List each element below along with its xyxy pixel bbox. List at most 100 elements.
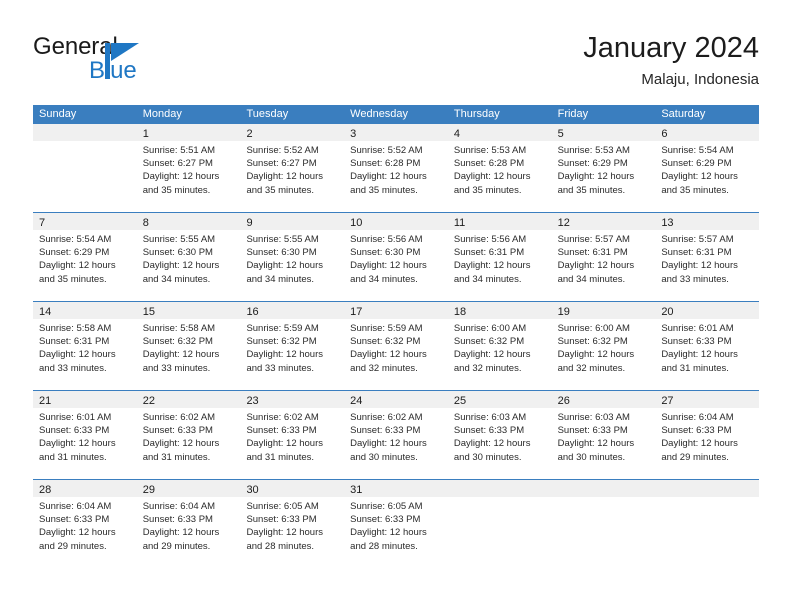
day-daylight-text: Daylight: 12 hours xyxy=(39,349,116,361)
day-sunset-text: Sunset: 6:32 PM xyxy=(557,336,628,348)
day-cell-empty xyxy=(655,480,760,568)
day-number: 23 xyxy=(246,395,259,407)
day-daylight-text: Daylight: 12 hours xyxy=(453,260,531,272)
day-daylight-text: and 31 minutes. xyxy=(39,451,107,463)
day-cell[interactable]: 28 Sunrise: 6:04 AM Sunset: 6:33 PM Dayligh… xyxy=(33,480,137,568)
day-cell[interactable]: 26 Sunrise: 6:03 AM Sunset: 6:33 PM Dayligh… xyxy=(551,391,656,479)
day-sunset-text: Sunset: 6:31 PM xyxy=(661,247,732,259)
day-cell[interactable]: 5 Sunrise: 5:53 AM Sunset: 6:29 PM Daylight… xyxy=(551,124,656,212)
day-daylight-text: Daylight: 12 hours xyxy=(661,349,738,361)
day-cell[interactable]: 15 Sunrise: 5:58 AM Sunset: 6:32 PM Dayligh… xyxy=(136,302,241,390)
day-daylight-text: Daylight: 12 hours xyxy=(142,171,220,183)
day-number: 6 xyxy=(661,128,668,140)
day-daylight-text: and 32 minutes. xyxy=(557,362,626,374)
day-cell[interactable]: 29 Sunrise: 6:04 AM Sunset: 6:33 PM Dayligh… xyxy=(136,480,241,568)
day-daylight-text: Daylight: 12 hours xyxy=(39,260,116,272)
day-cell[interactable]: 8 Sunrise: 5:55 AM Sunset: 6:30 PM Daylight… xyxy=(136,213,241,301)
day-cell[interactable]: 31 Sunrise: 6:05 AM Sunset: 6:33 PM Dayligh… xyxy=(344,480,448,568)
weekday-header-monday: Monday xyxy=(142,108,182,120)
day-sunrise-text: Sunrise: 6:00 AM xyxy=(453,323,527,334)
day-sunrise-text: Sunrise: 5:52 AM xyxy=(246,145,319,156)
day-number: 29 xyxy=(142,484,155,496)
day-sunset-text: Sunset: 6:33 PM xyxy=(142,425,213,437)
day-cell[interactable]: 16 Sunrise: 5:59 AM Sunset: 6:32 PM Dayligh… xyxy=(240,302,345,390)
day-cell[interactable]: 18 Sunrise: 6:00 AM Sunset: 6:32 PM Dayligh… xyxy=(447,302,552,390)
day-number: 22 xyxy=(142,395,155,407)
day-daylight-text: and 28 minutes. xyxy=(350,540,418,552)
weekday-header-sunday: Sunday xyxy=(39,108,77,120)
day-cell[interactable]: 1 Sunrise: 5:51 AM Sunset: 6:27 PM Daylight… xyxy=(136,124,241,212)
day-sunrise-text: Sunrise: 5:53 AM xyxy=(557,145,630,156)
day-daylight-text: Daylight: 12 hours xyxy=(557,171,635,183)
day-cell[interactable]: 3 Sunrise: 5:52 AM Sunset: 6:28 PM Daylight… xyxy=(344,124,448,212)
day-daylight-text: and 34 minutes. xyxy=(557,273,626,285)
day-cell[interactable]: 23 Sunrise: 6:02 AM Sunset: 6:33 PM Dayligh… xyxy=(240,391,345,479)
day-daylight-text: and 33 minutes. xyxy=(142,362,211,374)
day-cell[interactable]: 9 Sunrise: 5:55 AM Sunset: 6:30 PM Daylight… xyxy=(240,213,345,301)
day-cell[interactable]: 2 Sunrise: 5:52 AM Sunset: 6:27 PM Daylight… xyxy=(240,124,345,212)
day-sunrise-text: Sunrise: 5:54 AM xyxy=(661,145,734,156)
day-number: 30 xyxy=(246,484,259,496)
day-number: 10 xyxy=(350,217,363,229)
day-cell[interactable]: 27 Sunrise: 6:04 AM Sunset: 6:33 PM Dayligh… xyxy=(655,391,760,479)
weekday-header-friday: Friday xyxy=(557,108,589,120)
day-cell[interactable]: 7 Sunrise: 5:54 AM Sunset: 6:29 PM Daylight… xyxy=(33,213,137,301)
day-daylight-text: Daylight: 12 hours xyxy=(246,260,324,272)
day-sunrise-text: Sunrise: 6:05 AM xyxy=(350,501,423,512)
day-daylight-text: and 35 minutes. xyxy=(557,184,626,196)
day-sunrise-text: Sunrise: 5:58 AM xyxy=(142,323,216,334)
day-sunset-text: Sunset: 6:29 PM xyxy=(39,247,110,259)
day-number: 3 xyxy=(350,128,357,140)
day-cell[interactable]: 22 Sunrise: 6:02 AM Sunset: 6:33 PM Dayligh… xyxy=(136,391,241,479)
page-title: January 2024 xyxy=(583,32,759,64)
day-cell[interactable]: 20 Sunrise: 6:01 AM Sunset: 6:33 PM Dayligh… xyxy=(655,302,760,390)
day-number: 12 xyxy=(557,217,570,229)
day-sunset-text: Sunset: 6:33 PM xyxy=(39,514,110,526)
weekday-header-row: Sunday Monday Tuesday Wednesday Thursday Frid… xyxy=(33,105,759,124)
day-cell[interactable]: 13 Sunrise: 5:57 AM Sunset: 6:31 PM Dayligh… xyxy=(655,213,760,301)
day-cell[interactable]: 24 Sunrise: 6:02 AM Sunset: 6:33 PM Dayligh… xyxy=(344,391,448,479)
day-daylight-text: Daylight: 12 hours xyxy=(246,527,324,539)
day-number: 27 xyxy=(661,395,674,407)
day-sunrise-text: Sunrise: 6:03 AM xyxy=(453,412,527,423)
day-cell[interactable]: 12 Sunrise: 5:57 AM Sunset: 6:31 PM Dayligh… xyxy=(551,213,656,301)
day-cell[interactable]: 14 Sunrise: 5:58 AM Sunset: 6:31 PM Dayligh… xyxy=(33,302,137,390)
day-cell[interactable]: 11 Sunrise: 5:56 AM Sunset: 6:31 PM Dayligh… xyxy=(447,213,552,301)
day-daylight-text: and 34 minutes. xyxy=(142,273,211,285)
day-cell[interactable]: 21 Sunrise: 6:01 AM Sunset: 6:33 PM Dayligh… xyxy=(33,391,137,479)
day-daylight-text: Daylight: 12 hours xyxy=(661,171,738,183)
day-cell[interactable]: 25 Sunrise: 6:03 AM Sunset: 6:33 PM Dayligh… xyxy=(447,391,552,479)
day-daylight-text: and 33 minutes. xyxy=(39,362,107,374)
page-subtitle: Malaju, Indonesia xyxy=(641,71,759,88)
day-cell[interactable]: 6 Sunrise: 5:54 AM Sunset: 6:29 PM Daylight… xyxy=(655,124,760,212)
day-sunrise-text: Sunrise: 5:57 AM xyxy=(557,234,630,245)
day-number: 20 xyxy=(661,306,674,318)
day-daylight-text: Daylight: 12 hours xyxy=(453,438,531,450)
day-cell[interactable]: 30 Sunrise: 6:05 AM Sunset: 6:33 PM Dayligh… xyxy=(240,480,345,568)
day-daylight-text: Daylight: 12 hours xyxy=(39,438,116,450)
day-number: 26 xyxy=(557,395,570,407)
day-cell[interactable]: 19 Sunrise: 6:00 AM Sunset: 6:32 PM Dayligh… xyxy=(551,302,656,390)
day-sunset-text: Sunset: 6:30 PM xyxy=(246,247,317,259)
day-daylight-text: Daylight: 12 hours xyxy=(246,438,324,450)
day-sunrise-text: Sunrise: 6:04 AM xyxy=(661,412,734,423)
day-sunset-text: Sunset: 6:30 PM xyxy=(142,247,213,259)
day-daylight-text: Daylight: 12 hours xyxy=(661,260,738,272)
day-number: 14 xyxy=(39,306,52,318)
general-blue-logo[interactable]: General Blue xyxy=(33,31,293,93)
day-cell[interactable]: 17 Sunrise: 5:59 AM Sunset: 6:32 PM Dayligh… xyxy=(344,302,448,390)
day-sunset-text: Sunset: 6:28 PM xyxy=(350,158,421,170)
day-daylight-text: Daylight: 12 hours xyxy=(39,527,116,539)
day-daylight-text: Daylight: 12 hours xyxy=(142,527,220,539)
day-sunrise-text: Sunrise: 5:56 AM xyxy=(453,234,527,245)
day-cell[interactable]: 10 Sunrise: 5:56 AM Sunset: 6:30 PM Dayligh… xyxy=(344,213,448,301)
day-cell-empty xyxy=(551,480,656,568)
day-daylight-text: and 35 minutes. xyxy=(142,184,211,196)
day-number: 7 xyxy=(39,217,46,229)
day-daylight-text: Daylight: 12 hours xyxy=(350,349,427,361)
day-daylight-text: and 35 minutes. xyxy=(246,184,315,196)
day-cell[interactable]: 4 Sunrise: 5:53 AM Sunset: 6:28 PM Daylight… xyxy=(447,124,552,212)
day-daylight-text: and 34 minutes. xyxy=(453,273,522,285)
weekday-header-saturday: Saturday xyxy=(661,108,706,120)
day-sunrise-text: Sunrise: 6:04 AM xyxy=(39,501,112,512)
